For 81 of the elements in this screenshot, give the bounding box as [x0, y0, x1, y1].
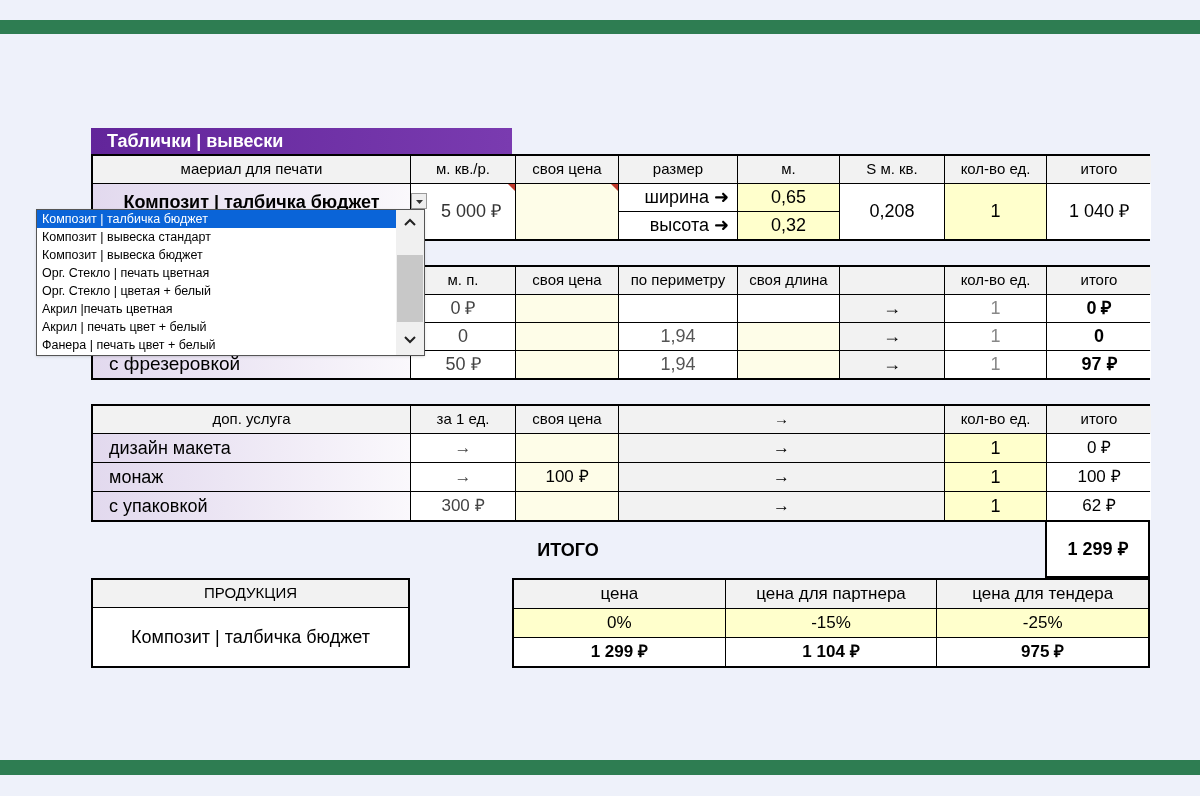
table-cell: → [840, 351, 944, 378]
table-cell: 1 [945, 463, 1046, 491]
table-cell: → [619, 434, 944, 462]
table-cell: → [840, 323, 944, 350]
dropdown-item[interactable]: Акрил | печать цвет + белый [37, 318, 396, 336]
table-cell: 97 ₽ [1047, 351, 1151, 378]
table-cell: → [619, 492, 944, 520]
table-cell: 100 ₽ [1047, 463, 1151, 491]
scroll-down-icon[interactable] [404, 336, 416, 344]
table-cell: 1 104 ₽ [725, 638, 937, 666]
scrollbar[interactable] [396, 210, 424, 355]
header-cell: по периметру [619, 267, 737, 294]
table-cell: 1,94 [619, 351, 737, 378]
table-cell: 1 [945, 184, 1046, 239]
table-cell: 5 000 ₽ [411, 184, 515, 239]
header-cell: цена [514, 580, 725, 608]
total-value: 1 299 ₽ [1045, 522, 1150, 578]
header-cell: маериал для печати [93, 156, 410, 183]
total-label: ИТОГО [537, 538, 599, 562]
table-cell: 1 299 ₽ [514, 638, 725, 666]
table-cell: → [411, 434, 515, 462]
header-cell: итого [1047, 156, 1151, 183]
scrollbar-thumb[interactable] [397, 255, 423, 322]
header-cell: своя цена [516, 267, 618, 294]
table-cell: 1 [945, 492, 1046, 520]
table-cell: 0 [1047, 323, 1151, 350]
table-cell: → [411, 463, 515, 491]
table-cell: 100 ₽ [516, 463, 618, 491]
table-cell: → [840, 295, 944, 322]
header-cell: кол-во ед. [945, 156, 1046, 183]
table-cell: -25% [937, 609, 1148, 637]
table-cell: высота ➜ [619, 212, 737, 239]
dropdown-item[interactable]: Орг. Стекло | цветая + белый [37, 282, 396, 300]
table-cell: с упаковкой [93, 492, 410, 520]
table-cell: 1 [945, 351, 1046, 378]
table-cell: 1 [945, 434, 1046, 462]
header-cell: своя цена [516, 156, 618, 183]
header-cell: цена для тендера [937, 580, 1148, 608]
dropdown-item[interactable]: Орг. Стекло | печать цветная [37, 264, 396, 282]
table-cell: 0 ₽ [1047, 434, 1151, 462]
dropdown-item[interactable]: Композит | вывеска бюджет [37, 246, 396, 264]
header-cell: кол-во ед. [945, 267, 1046, 294]
header-cell: доп. услуга [93, 406, 410, 433]
header-cell: размер [619, 156, 737, 183]
table-cell: ширина ➜ [619, 184, 737, 211]
header-cell: м. кв./р. [411, 156, 515, 183]
table-cell: 1 040 ₽ [1047, 184, 1151, 239]
header-cell: итого [1047, 267, 1151, 294]
dropdown-item[interactable]: Акрил |печать цветная [37, 300, 396, 318]
header-cell: кол-во ед. [945, 406, 1046, 433]
table-cell: 0,32 [738, 212, 839, 239]
table-cell: 1 [945, 323, 1046, 350]
table-cell: → [619, 463, 944, 491]
header-cell: м. [738, 156, 839, 183]
table-cell: 62 ₽ [1047, 492, 1151, 520]
table-cell: монаж [93, 463, 410, 491]
table-cell: 975 ₽ [937, 638, 1148, 666]
table-cell: -15% [725, 609, 937, 637]
dropdown-item[interactable]: Композит | талбичка бюджет [37, 210, 396, 228]
header-cell: своя длина [738, 267, 839, 294]
table-cell: 0,65 [738, 184, 839, 211]
table-cell: 0 ₽ [1047, 295, 1151, 322]
table-cell: Композит | талбичка бюджет [93, 608, 408, 666]
dropdown-item[interactable]: Фанера | печать цвет + белый [37, 336, 396, 354]
table-cell: 300 ₽ [411, 492, 515, 520]
header-cell: за 1 ед. [411, 406, 515, 433]
table-cell: дизайн макета [93, 434, 410, 462]
dropdown-arrow-button[interactable] [411, 193, 427, 209]
table-cell: 50 ₽ [411, 351, 515, 378]
scroll-up-icon[interactable] [404, 218, 416, 226]
header-cell: S м. кв. [840, 156, 944, 183]
header-cell: цена для партнера [725, 580, 937, 608]
table-cell: 1,94 [619, 323, 737, 350]
sheet-title: Таблички | вывески [91, 128, 512, 154]
header-cell: ПРОДУКЦИЯ [93, 580, 408, 607]
table-cell: 0,208 [840, 184, 944, 239]
header-cell: → [619, 406, 944, 433]
table-cell: 0% [514, 609, 725, 637]
table-cell: 1 [945, 295, 1046, 322]
header-cell: своя цена [516, 406, 618, 433]
header-cell: итого [1047, 406, 1151, 433]
